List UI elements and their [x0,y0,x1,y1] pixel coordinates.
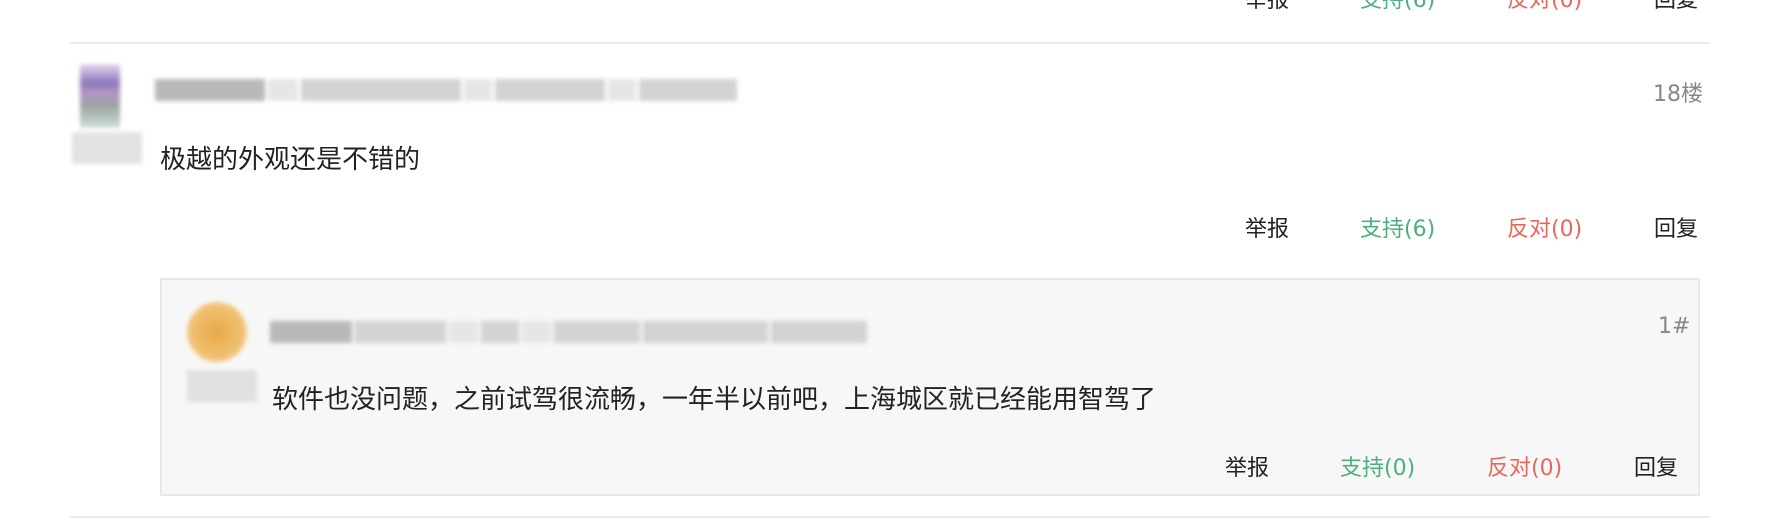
support-link[interactable]: 支持(6) [1360,215,1435,245]
post-divider-bottom [70,516,1710,518]
reply-report-link[interactable]: 举报 [1225,454,1269,484]
reply-link[interactable]: 回复 [1654,215,1698,245]
reply-support-link[interactable]: 支持(0) [1340,454,1415,484]
comment-text: 极越的外观还是不错的 [160,145,421,175]
prev-oppose-link[interactable]: 反对(0) [1507,0,1582,12]
reply-floor-number: 1# [1658,314,1691,339]
reply-comment-text: 软件也没问题，之前试驾很流畅，一年半以前吧，上海城区就已经能用智驾了 [272,385,1157,415]
nested-reply-box: 1# 软件也没问题，之前试驾很流畅，一年半以前吧，上海城区就已经能用智驾了 举报… [160,278,1700,496]
reply-oppose-link[interactable]: 反对(0) [1487,454,1562,484]
reply-username-and-time [270,320,870,344]
reply-reply-link[interactable]: 回复 [1634,454,1678,484]
username-and-time [155,78,745,102]
prev-post-actions: 举报 支持(6) 反对(0) 回复 [0,0,1768,12]
reply-user-avatar[interactable] [187,302,247,362]
floor-number: 18楼 [1653,82,1703,107]
prev-reply-link[interactable]: 回复 [1654,0,1698,12]
prev-report-link[interactable]: 举报 [1245,0,1289,12]
post-divider-top [70,42,1710,44]
user-avatar[interactable] [80,64,120,128]
report-link[interactable]: 举报 [1245,215,1289,245]
reply-user-level-badge [187,370,257,402]
prev-support-link[interactable]: 支持(6) [1360,0,1435,12]
user-level-badge [72,132,142,164]
oppose-link[interactable]: 反对(0) [1507,215,1582,245]
